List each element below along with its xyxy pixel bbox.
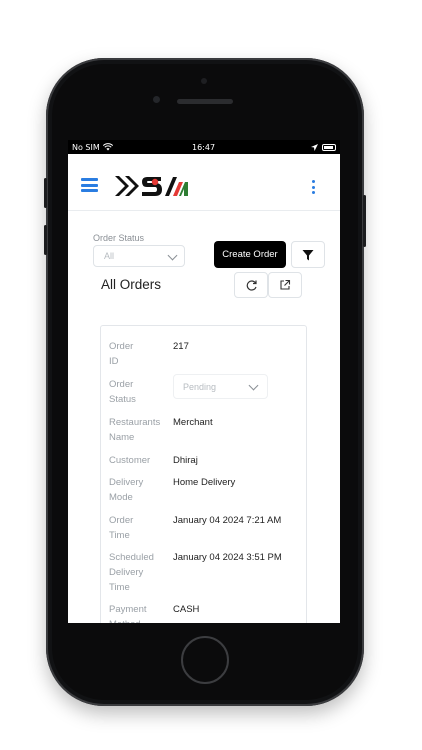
field-label: Order Time [109, 515, 134, 541]
order-status-filter-select[interactable]: All [93, 245, 185, 267]
proximity-sensor [153, 96, 160, 103]
payment-method-value: CASH [173, 604, 200, 615]
external-link-icon [280, 279, 291, 290]
field-label: Order ID [109, 341, 134, 367]
scheduled-delivery-value: January 04 2024 3:51 PM [173, 552, 282, 563]
page-title: All Orders [101, 277, 162, 292]
order-status-label: Order Status [93, 233, 145, 243]
kebab-menu-icon[interactable] [312, 180, 315, 194]
customer-value: Dhiraj [173, 455, 198, 466]
chevron-down-icon [248, 380, 259, 391]
order-status-filter-value: All [104, 251, 115, 261]
field-label: Order Status [109, 379, 136, 405]
filter-button[interactable] [291, 241, 325, 268]
status-bar: No SIM 16:47 [68, 140, 340, 154]
order-card[interactable]: Order ID 217 Order Status Pending Restau… [100, 325, 307, 623]
create-order-button[interactable]: Create Order [214, 241, 286, 268]
wifi-icon [102, 143, 113, 151]
phone-side-button-right [363, 195, 366, 247]
phone-side-button-left-2 [44, 225, 47, 255]
home-button[interactable] [181, 636, 229, 684]
field-label: Scheduled Delivery Time [109, 552, 154, 593]
phone-side-button-left [44, 178, 47, 208]
location-arrow-icon [311, 143, 318, 151]
status-time: 16:47 [192, 142, 216, 152]
delivery-mode-value: Home Delivery [173, 477, 236, 488]
refresh-button[interactable] [234, 272, 268, 298]
order-status-value: Pending [183, 381, 217, 392]
carrier-label: No SIM [72, 142, 100, 152]
filter-icon [302, 249, 314, 260]
field-label: Restaurants Name [109, 417, 161, 443]
order-time-value: January 04 2024 7:21 AM [173, 515, 282, 526]
field-label: Customer [109, 455, 151, 466]
restaurant-name-value: Merchant [173, 417, 213, 428]
screen: No SIM 16:47 Order Status All Create Ord… [68, 140, 340, 623]
export-button[interactable] [268, 272, 302, 298]
app-logo [115, 176, 188, 196]
hamburger-icon[interactable] [81, 178, 98, 192]
order-id-value: 217 [173, 341, 189, 352]
filters-bar: Order Status All Create Order [68, 211, 340, 269]
refresh-icon [246, 279, 257, 291]
orders-header: All Orders [68, 269, 340, 309]
chevron-down-icon [167, 250, 178, 261]
battery-icon [322, 143, 336, 151]
field-label: Delivery Mode [109, 477, 144, 503]
app-header [68, 154, 340, 211]
field-label: Payment Method [109, 604, 147, 623]
order-status-select[interactable]: Pending [173, 374, 268, 399]
front-camera [201, 78, 207, 84]
earpiece-speaker [177, 99, 233, 104]
